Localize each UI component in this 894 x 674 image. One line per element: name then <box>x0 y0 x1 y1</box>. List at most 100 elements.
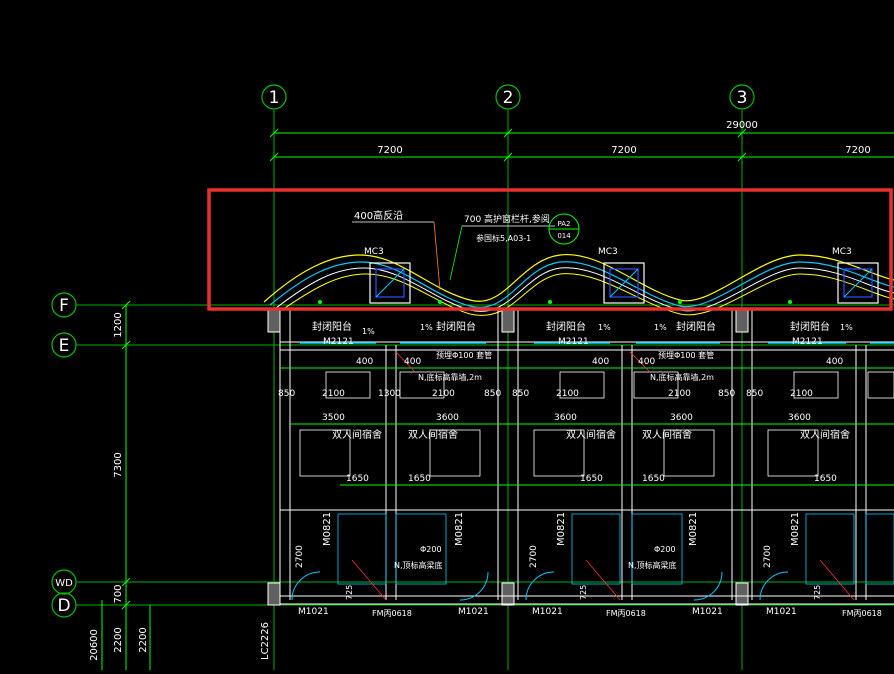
column-tag: LC2226 <box>260 622 271 660</box>
door-height-3: 2700 <box>763 545 773 568</box>
balcony-label-2b: 封闭阳台 <box>676 320 716 333</box>
grid-label-D: D <box>57 596 70 616</box>
dim-850-3: 850 <box>512 389 529 399</box>
dim-3500: 3500 <box>322 413 345 423</box>
dim-2100-1: 2100 <box>322 389 345 399</box>
dim-725-1: 725 <box>345 585 354 600</box>
dim-400-3: 400 <box>592 357 609 367</box>
dim-3600-4: 3600 <box>788 413 811 423</box>
dim-400-2: 400 <box>404 357 421 367</box>
roof-note-2: N,顶标高梁底 <box>628 560 677 570</box>
balcony-label-3a: 封闭阳台 <box>790 320 830 333</box>
door-tag-m0821-5: M0821 <box>790 512 801 546</box>
pipe-note-2: 预埋Φ100 套管 <box>658 350 714 360</box>
mc-tag-2: MC3 <box>598 247 618 257</box>
dim-1650-3: 1650 <box>580 474 603 484</box>
grid-label-2: 2 <box>503 88 514 108</box>
door-tag-m1021-2: M1021 <box>458 607 489 617</box>
grid-label-3: 3 <box>737 88 748 108</box>
rail-ref-note: 参国标5,A03-1 <box>476 233 531 243</box>
dim-850-4: 850 <box>718 389 735 399</box>
cad-drawing-canvas[interactable]: 1 2 3 F E WD D 29000 7200 7200 7200 1200… <box>0 0 894 670</box>
column-2[interactable] <box>501 309 515 333</box>
door-tag-m1021-1: M1021 <box>298 607 329 617</box>
grid-label-F: F <box>59 296 69 316</box>
detail-callout[interactable]: PA2 014 <box>548 213 580 245</box>
callout-bottom: 014 <box>557 232 571 240</box>
dim-400-5: 400 <box>826 357 843 367</box>
callout-top: PA2 <box>557 220 570 228</box>
door-tag-fm-2: FM丙0618 <box>606 609 646 618</box>
dim-2100-5: 2100 <box>790 389 813 399</box>
door-tag-m0821-3: M0821 <box>556 512 567 546</box>
dim-2100-3: 2100 <box>556 389 579 399</box>
walls <box>267 309 894 606</box>
mc-tag-3: MC3 <box>832 247 852 257</box>
dim-1650-4: 1650 <box>642 474 665 484</box>
dorm-label-5: 双人间宿舍 <box>800 428 850 441</box>
left-dimension-labels: 1200 7300 700 2200 2200 20600 <box>89 312 149 661</box>
door-tag-m0821-1: M0821 <box>322 512 333 546</box>
dim-3600-1: 3600 <box>436 413 459 423</box>
drain-2: Φ200 <box>654 545 676 554</box>
slope-2a: 1% <box>598 323 611 332</box>
balcony-label-1a: 封闭阳台 <box>312 320 352 333</box>
dim-3600-2: 3600 <box>554 413 577 423</box>
vdim-2200a: 2200 <box>113 627 124 652</box>
door-height-1: 2700 <box>295 545 305 568</box>
vdim-2200b: 2200 <box>138 627 149 652</box>
dim-725-2: 725 <box>579 585 588 600</box>
door-tag-m0821-2: M0821 <box>454 512 465 546</box>
vdim-20600: 20600 <box>89 629 100 661</box>
wavy-balcony-railing <box>263 254 894 316</box>
dorm-label-3: 双人间宿舍 <box>566 428 616 441</box>
door-tag-m0821-4: M0821 <box>688 512 699 546</box>
vdim-1200: 1200 <box>113 312 124 337</box>
door-tag-m1021-3: M1021 <box>532 607 563 617</box>
wall-note-2: N,底标高靠墙,2m <box>650 372 714 382</box>
vdim-7300: 7300 <box>113 452 124 477</box>
door-tag-m1021-5: M1021 <box>766 607 797 617</box>
top-dimensions <box>269 128 894 162</box>
pipe-note-1: 预埋Φ100 套管 <box>436 350 492 360</box>
room-labels: 封闭阳台 1% 1% 封闭阳台 M2121 400 400 预埋Φ100 套管 … <box>278 320 882 618</box>
column-1[interactable] <box>267 309 281 333</box>
grid-label-E: E <box>59 336 70 356</box>
door-tag-m2121-3: M2121 <box>792 337 823 347</box>
parapet-note: 400高反沿 <box>354 209 403 222</box>
column-3[interactable] <box>735 309 749 333</box>
dim-400-1: 400 <box>356 357 373 367</box>
dorm-label-4: 双人间宿舍 <box>642 428 692 441</box>
grid-bubble-labels: 1 2 3 F E WD D <box>55 88 747 616</box>
balcony-label-1b: 封闭阳台 <box>436 320 476 333</box>
dim-1650-2: 1650 <box>408 474 431 484</box>
slope-3a: 1% <box>840 323 853 332</box>
dim-400-4: 400 <box>638 357 655 367</box>
dim-850-5: 850 <box>746 389 763 399</box>
dorm-label-1: 双人间宿舍 <box>332 428 382 441</box>
dim-1650-1: 1650 <box>346 474 369 484</box>
dim-850-2: 850 <box>484 389 501 399</box>
door-tag-fm-1: FM丙0618 <box>372 609 412 618</box>
wall-note-1: N,底标高靠墙,2m <box>418 372 482 382</box>
dim-850-1: 850 <box>278 389 295 399</box>
grid-bubbles <box>51 84 755 618</box>
inner-dimension-lines <box>280 367 894 486</box>
dorm-label-2: 双人间宿舍 <box>408 428 458 441</box>
drain-1: Φ200 <box>420 545 442 554</box>
dim-2100-4: 2100 <box>668 389 691 399</box>
door-tag-m1021-4: M1021 <box>692 607 723 617</box>
dim-2100-2: 2100 <box>432 389 455 399</box>
railing-cyan-line <box>269 261 894 308</box>
door-tag-fm-3: FM丙0618 <box>842 609 882 618</box>
door-tag-m2121-1: M2121 <box>323 337 354 347</box>
bay-dim-2: 7200 <box>611 145 636 156</box>
slope-2b: 1% <box>654 323 667 332</box>
bay-dim-1: 7200 <box>377 145 402 156</box>
grid-label-WD: WD <box>55 578 73 589</box>
slope-1b: 1% <box>420 323 433 332</box>
left-dimensions <box>101 300 151 670</box>
overall-dim-text: 29000 <box>726 120 758 131</box>
vdim-700: 700 <box>113 584 124 603</box>
top-dimension-labels: 29000 7200 7200 7200 <box>377 120 870 156</box>
